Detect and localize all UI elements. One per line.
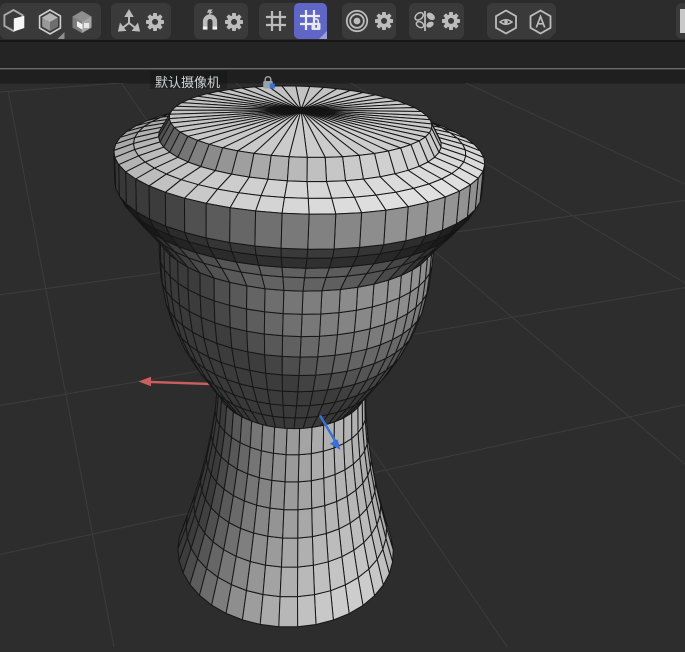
svg-text:默认摄像机: 默认摄像机 xyxy=(155,75,220,90)
